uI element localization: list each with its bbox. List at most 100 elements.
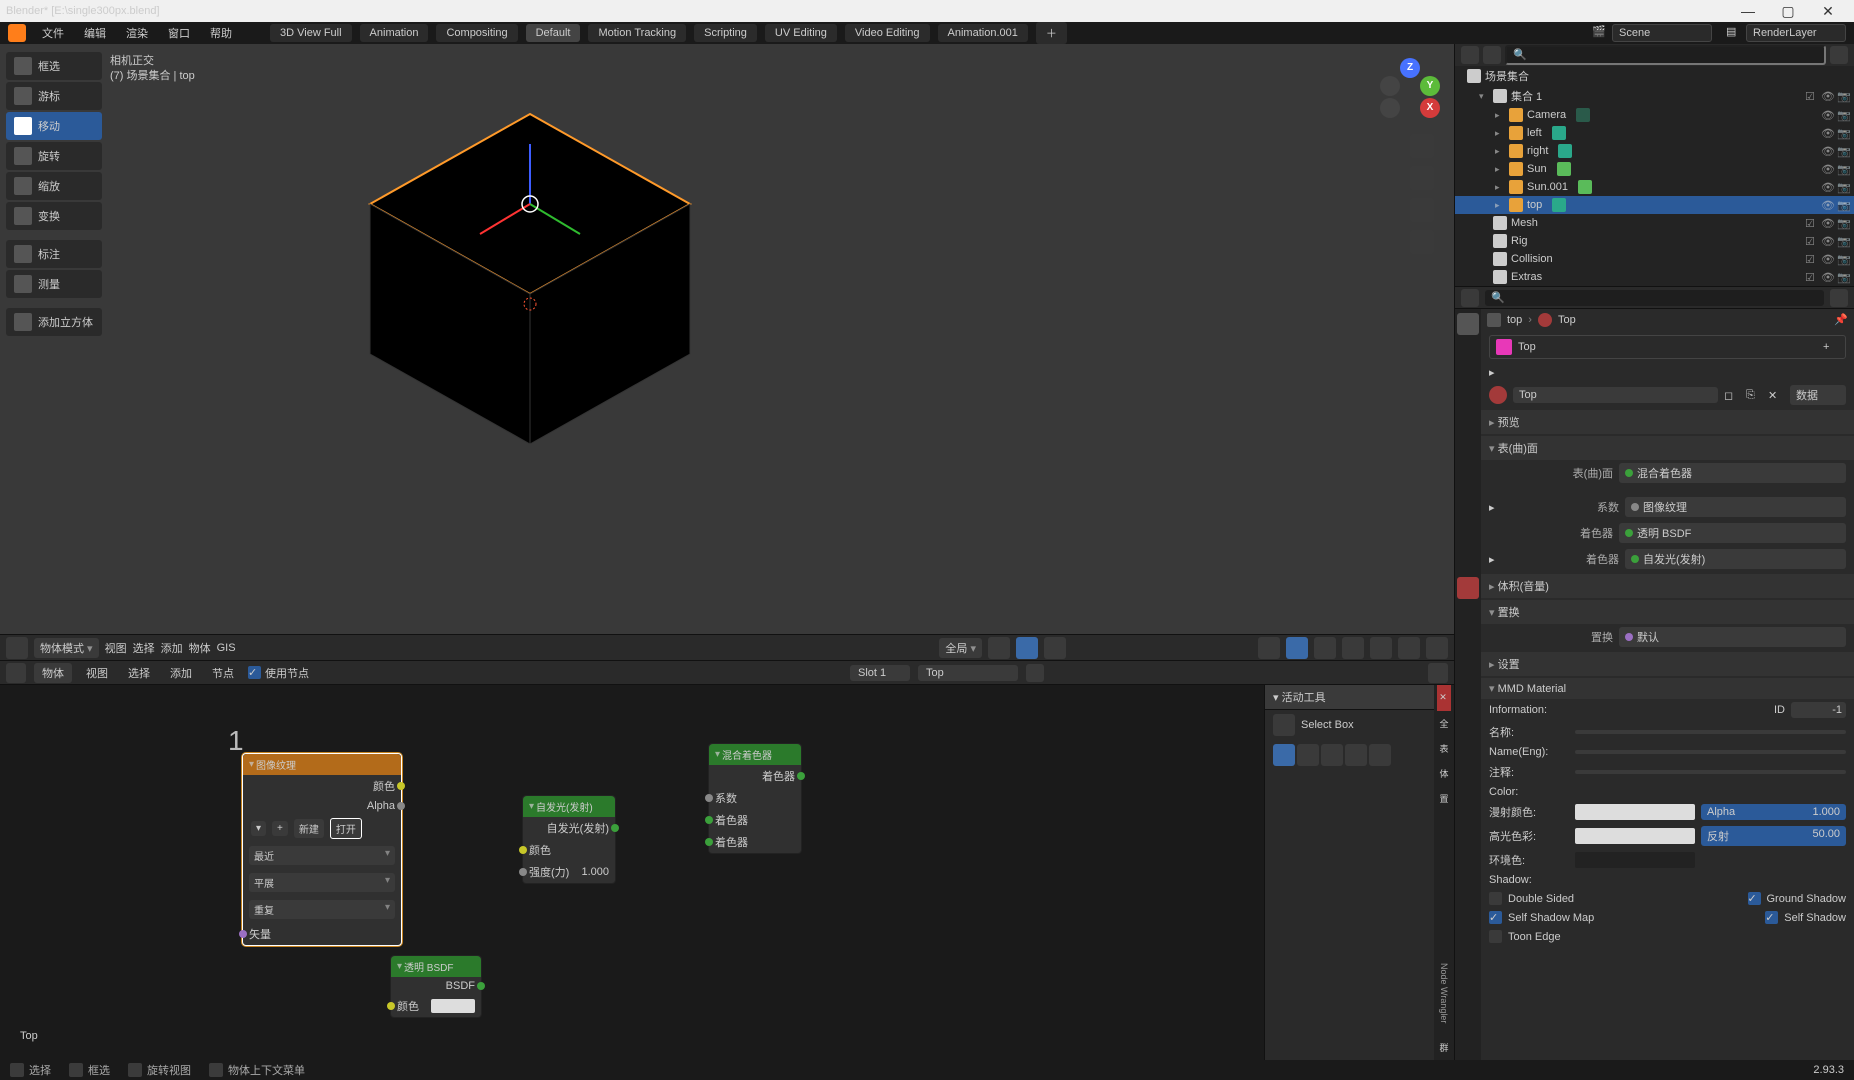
camera-icon[interactable]: 📷 xyxy=(1837,271,1850,284)
camera-icon[interactable]: 📷 xyxy=(1837,253,1850,266)
sh-menu-node[interactable]: 节点 xyxy=(206,663,240,683)
vtab-item[interactable]: 表 xyxy=(1436,736,1453,761)
editor-type-icon[interactable] xyxy=(1461,46,1479,64)
socket-icon[interactable] xyxy=(519,846,527,854)
outliner-row[interactable]: 场景集合 xyxy=(1455,66,1854,86)
scene-selector[interactable]: 🎬 Scene xyxy=(1592,24,1712,42)
id-value[interactable]: -1 xyxy=(1791,702,1846,718)
socket-icon[interactable] xyxy=(611,824,619,832)
ptab-output-icon[interactable] xyxy=(1457,337,1479,359)
socket-icon[interactable] xyxy=(397,802,405,810)
minimize-button[interactable]: — xyxy=(1728,3,1768,19)
panel-settings[interactable]: 设置 xyxy=(1481,652,1854,676)
image-new-button[interactable]: 新建 xyxy=(294,819,324,838)
node-header[interactable]: 图像纹理 xyxy=(243,754,401,775)
eye-icon[interactable]: 👁 xyxy=(1821,235,1834,248)
mmd-name-eng-field[interactable] xyxy=(1575,750,1846,754)
ptab-particle-icon[interactable] xyxy=(1457,481,1479,503)
vp-menu-object[interactable]: 物体 xyxy=(189,640,211,656)
checkbox-icon[interactable]: ☑ xyxy=(1805,235,1818,248)
gizmo-toggle-icon[interactable] xyxy=(1258,637,1280,659)
3d-viewport[interactable]: 框选 游标 移动 旋转 缩放 变换 标注 测量 添加立方体 相机正交 (7) 场… xyxy=(0,44,1454,660)
proportional-icon[interactable] xyxy=(1044,637,1066,659)
workspace-tab[interactable]: 3D View Full xyxy=(270,24,352,42)
tool-add-cube[interactable]: 添加立方体 xyxy=(6,308,102,336)
workspace-tab-active[interactable]: Default xyxy=(526,24,581,42)
shading-matprev-icon[interactable] xyxy=(1398,637,1420,659)
viewlayer-selector[interactable]: ▤ RenderLayer xyxy=(1726,24,1846,42)
camera-icon[interactable]: 📷 xyxy=(1837,163,1850,176)
eye-icon[interactable]: 👁 xyxy=(1821,145,1834,158)
node-canvas[interactable]: 1 2 图像纹理 颜色 Alpha ▾ + 新建 打开 最近 平展 重复 xyxy=(0,685,1454,1060)
toon-edge-checkbox[interactable] xyxy=(1489,930,1502,943)
socket-icon[interactable] xyxy=(705,816,713,824)
snap-icon[interactable] xyxy=(1016,637,1038,659)
checkbox-icon[interactable]: ☑ xyxy=(1805,217,1818,230)
image-open-button[interactable]: 打开 xyxy=(330,818,362,839)
outliner-row[interactable]: ▸Camera👁📷 xyxy=(1455,106,1854,124)
tool-scale[interactable]: 缩放 xyxy=(6,172,102,200)
pan-icon[interactable] xyxy=(1410,166,1434,190)
fac-dropdown[interactable]: 图像纹理 xyxy=(1625,497,1846,517)
axis-y-icon[interactable]: Y xyxy=(1420,76,1440,96)
unlink-icon[interactable]: ✕ xyxy=(1768,389,1784,402)
eye-icon[interactable]: 👁 xyxy=(1821,199,1834,212)
select-intersect-icon[interactable] xyxy=(1369,744,1391,766)
editor-type-icon[interactable] xyxy=(6,637,28,659)
camera-icon[interactable]: 📷 xyxy=(1837,181,1850,194)
projection-dropdown[interactable]: 平展 xyxy=(249,873,395,892)
xray-icon[interactable] xyxy=(1314,637,1336,659)
vp-menu-add[interactable]: 添加 xyxy=(161,640,183,656)
scene-name[interactable]: Scene xyxy=(1612,24,1712,42)
select-extend-icon[interactable] xyxy=(1297,744,1319,766)
tool-box-select[interactable]: 框选 xyxy=(6,52,102,80)
workspace-tab[interactable]: Motion Tracking xyxy=(588,24,686,42)
camera-icon[interactable] xyxy=(1410,198,1434,222)
viewlayer-name[interactable]: RenderLayer xyxy=(1746,24,1846,42)
shader1-dropdown[interactable]: 透明 BSDF xyxy=(1619,523,1846,543)
workspace-tab[interactable]: Compositing xyxy=(436,24,517,42)
color-swatch[interactable] xyxy=(431,999,475,1013)
camera-icon[interactable]: 📷 xyxy=(1837,217,1850,230)
socket-icon[interactable] xyxy=(397,782,405,790)
alpha-field[interactable]: Alpha1.000 xyxy=(1701,804,1846,820)
socket-icon[interactable] xyxy=(387,1002,395,1010)
axis-neg-icon[interactable] xyxy=(1380,98,1400,118)
new-material-icon[interactable]: ◻ xyxy=(1724,389,1740,402)
image-add-button[interactable]: + xyxy=(272,821,288,836)
sidepanel-header[interactable]: 活动工具 xyxy=(1265,685,1434,710)
link-dropdown[interactable]: 数据 xyxy=(1790,385,1846,405)
outliner-row[interactable]: Collision☑👁📷 xyxy=(1455,250,1854,268)
close-button[interactable]: ✕ xyxy=(1808,3,1848,20)
eye-icon[interactable]: 👁 xyxy=(1821,127,1834,140)
surface-dropdown[interactable]: 混合着色器 xyxy=(1619,463,1846,483)
pin-icon[interactable]: 📌 xyxy=(1834,313,1848,327)
tool-measure[interactable]: 测量 xyxy=(6,270,102,298)
panel-surface[interactable]: 表(曲)面 xyxy=(1481,436,1854,460)
sh-menu-add[interactable]: 添加 xyxy=(164,663,198,683)
vtab-item[interactable]: 全 xyxy=(1436,711,1453,736)
vp-menu-view[interactable]: 视图 xyxy=(105,640,127,656)
filter-icon[interactable] xyxy=(1830,46,1848,64)
editor-type-icon[interactable] xyxy=(6,663,26,683)
ptab-material-icon[interactable] xyxy=(1457,577,1479,599)
panel-preview[interactable]: 预览 xyxy=(1481,410,1854,434)
material-name-field[interactable]: Top xyxy=(1513,387,1718,403)
image-browse-button[interactable]: ▾ xyxy=(251,821,266,836)
camera-icon[interactable]: 📷 xyxy=(1837,90,1850,103)
socket-icon[interactable] xyxy=(797,772,805,780)
shading-rendered-icon[interactable] xyxy=(1426,637,1448,659)
blender-logo-icon[interactable] xyxy=(8,24,26,42)
maximize-button[interactable]: ▢ xyxy=(1768,3,1808,20)
eye-icon[interactable]: 👁 xyxy=(1821,109,1834,122)
shader-editor[interactable]: 物体 视图 选择 添加 节点 ✓使用节点 Slot 1 Top xyxy=(0,660,1454,1060)
ptab-modifier-icon[interactable] xyxy=(1457,457,1479,479)
camera-icon[interactable]: 📷 xyxy=(1837,109,1850,122)
node-emission[interactable]: 自发光(发射) 自发光(发射) 颜色 强度(力)1.000 xyxy=(522,795,616,884)
axis-z-icon[interactable]: Z xyxy=(1400,58,1420,78)
outliner-tree[interactable]: 场景集合 ▾集合 1☑👁📷 ▸Camera👁📷 ▸left👁📷 ▸right👁📷… xyxy=(1455,66,1854,286)
sh-menu-select[interactable]: 选择 xyxy=(122,663,156,683)
tool-annotate[interactable]: 标注 xyxy=(6,240,102,268)
ambient-color[interactable] xyxy=(1575,852,1695,868)
ptab-viewlayer-icon[interactable] xyxy=(1457,361,1479,383)
